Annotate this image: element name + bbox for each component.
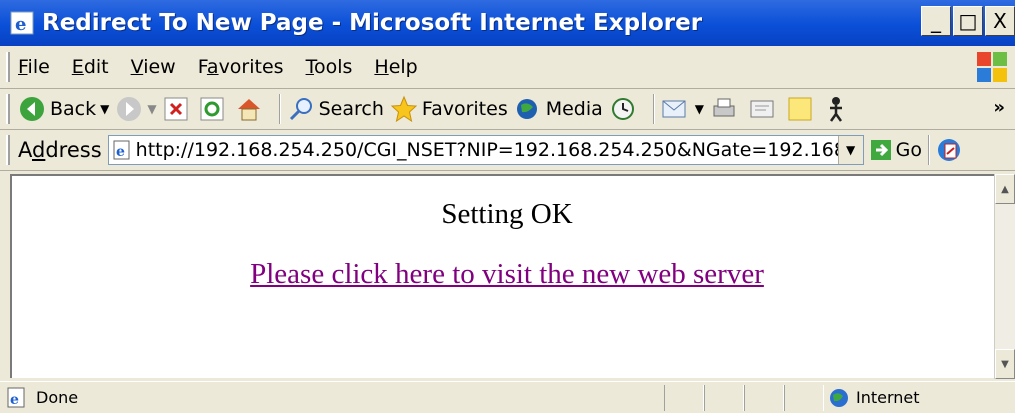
status-pane bbox=[704, 384, 744, 411]
print-button[interactable] bbox=[710, 95, 742, 123]
page-heading: Setting OK bbox=[441, 198, 573, 230]
svg-text:e: e bbox=[116, 144, 125, 160]
ie-icon: e bbox=[10, 11, 34, 35]
minimize-button[interactable]: _ bbox=[921, 6, 951, 36]
menu-favorites[interactable]: Favorites bbox=[198, 56, 284, 78]
chevron-down-icon[interactable]: ▼ bbox=[100, 102, 109, 116]
printer-icon bbox=[713, 98, 735, 117]
toolbar-grip[interactable] bbox=[6, 135, 10, 165]
menu-help[interactable]: Help bbox=[374, 56, 417, 78]
toolbar-separator bbox=[278, 94, 281, 124]
standard-toolbar: Back ▼ ▼ Search Favorites Media ▼ » bbox=[0, 89, 1015, 130]
toolbar-grip[interactable] bbox=[6, 94, 10, 124]
mail-icon bbox=[662, 100, 686, 118]
title-bar[interactable]: e Redirect To New Page - Microsoft Inter… bbox=[0, 0, 1015, 46]
address-bar: Address e http://192.168.254.250/CGI_NSE… bbox=[0, 130, 1015, 171]
stop-button[interactable] bbox=[163, 96, 193, 122]
refresh-button[interactable] bbox=[199, 96, 229, 122]
go-button[interactable]: Go bbox=[870, 139, 922, 161]
edit-page-icon bbox=[750, 100, 774, 118]
svg-text:e: e bbox=[10, 392, 19, 408]
pdf-icon[interactable] bbox=[936, 137, 962, 163]
menu-tools[interactable]: Tools bbox=[306, 56, 353, 78]
toolbar-separator bbox=[928, 135, 931, 165]
note-icon bbox=[788, 97, 812, 121]
status-pane bbox=[784, 384, 824, 411]
address-dropdown-button[interactable]: ▼ bbox=[837, 136, 863, 164]
toolbar-grip[interactable] bbox=[6, 52, 10, 82]
scroll-down-button[interactable]: ▼ bbox=[995, 349, 1015, 379]
new-server-link[interactable]: Please click here to visit the new web s… bbox=[12, 258, 1002, 291]
go-arrow-icon bbox=[870, 140, 891, 160]
arrow-up-icon: ▲ bbox=[1001, 183, 1009, 195]
discuss-button[interactable] bbox=[786, 95, 818, 123]
menu-bar: File Edit View Favorites Tools Help bbox=[0, 46, 1015, 89]
arrow-down-icon: ▼ bbox=[1001, 358, 1009, 370]
page-done-icon: e bbox=[7, 387, 25, 408]
toolbar-separator bbox=[652, 94, 655, 124]
media-button[interactable]: Media bbox=[514, 95, 603, 123]
address-url[interactable]: http://192.168.254.250/CGI_NSET?NIP=192.… bbox=[136, 139, 852, 161]
zone-label: Internet bbox=[856, 388, 920, 407]
back-arrow-icon bbox=[20, 97, 44, 121]
stop-icon bbox=[164, 97, 188, 121]
edit-button[interactable] bbox=[748, 95, 780, 123]
status-pane bbox=[744, 384, 784, 411]
forward-arrow-icon bbox=[117, 97, 142, 121]
refresh-icon bbox=[200, 97, 224, 121]
page-content: Setting OK Please click here to visit th… bbox=[10, 174, 994, 378]
media-icon bbox=[516, 99, 537, 119]
chevron-down-icon: ▼ bbox=[846, 143, 856, 157]
vertical-scrollbar[interactable]: ▲ ▼ bbox=[994, 174, 1015, 379]
menu-view[interactable]: View bbox=[131, 56, 176, 78]
address-label: Address bbox=[18, 138, 102, 162]
home-button[interactable] bbox=[235, 95, 267, 123]
mail-button[interactable]: ▼ bbox=[661, 95, 704, 123]
menu-edit[interactable]: Edit bbox=[72, 56, 109, 78]
search-button[interactable]: Search bbox=[287, 95, 384, 123]
toolbar-overflow-button[interactable]: » bbox=[993, 97, 1005, 118]
back-button[interactable]: Back ▼ bbox=[18, 95, 109, 123]
status-text-pane: e Done bbox=[0, 385, 664, 411]
close-button[interactable]: X bbox=[985, 6, 1015, 36]
security-zone[interactable]: Internet bbox=[824, 385, 920, 411]
messenger-button[interactable] bbox=[824, 95, 856, 123]
menu-file[interactable]: File bbox=[18, 56, 50, 78]
history-icon bbox=[611, 98, 634, 120]
maximize-button[interactable]: □ bbox=[953, 6, 983, 36]
chevron-down-icon[interactable]: ▼ bbox=[695, 102, 704, 116]
status-text: Done bbox=[36, 388, 79, 407]
scroll-up-button[interactable]: ▲ bbox=[995, 174, 1015, 204]
window-title: Redirect To New Page - Microsoft Interne… bbox=[42, 10, 703, 36]
page-icon: e bbox=[113, 140, 130, 160]
search-icon bbox=[289, 98, 312, 121]
windows-logo-icon bbox=[977, 52, 1007, 82]
status-bar: e Done Internet bbox=[0, 381, 1015, 413]
home-icon bbox=[237, 99, 260, 121]
status-pane bbox=[664, 384, 704, 411]
history-button[interactable] bbox=[609, 95, 641, 123]
globe-icon bbox=[830, 388, 848, 407]
svg-text:e: e bbox=[15, 14, 26, 35]
forward-button[interactable]: ▼ bbox=[115, 95, 157, 123]
star-icon bbox=[390, 95, 418, 123]
address-input[interactable]: e http://192.168.254.250/CGI_NSET?NIP=19… bbox=[107, 135, 864, 165]
messenger-icon bbox=[830, 97, 843, 122]
favorites-button[interactable]: Favorites bbox=[390, 95, 508, 123]
chevron-down-icon[interactable]: ▼ bbox=[147, 102, 156, 116]
